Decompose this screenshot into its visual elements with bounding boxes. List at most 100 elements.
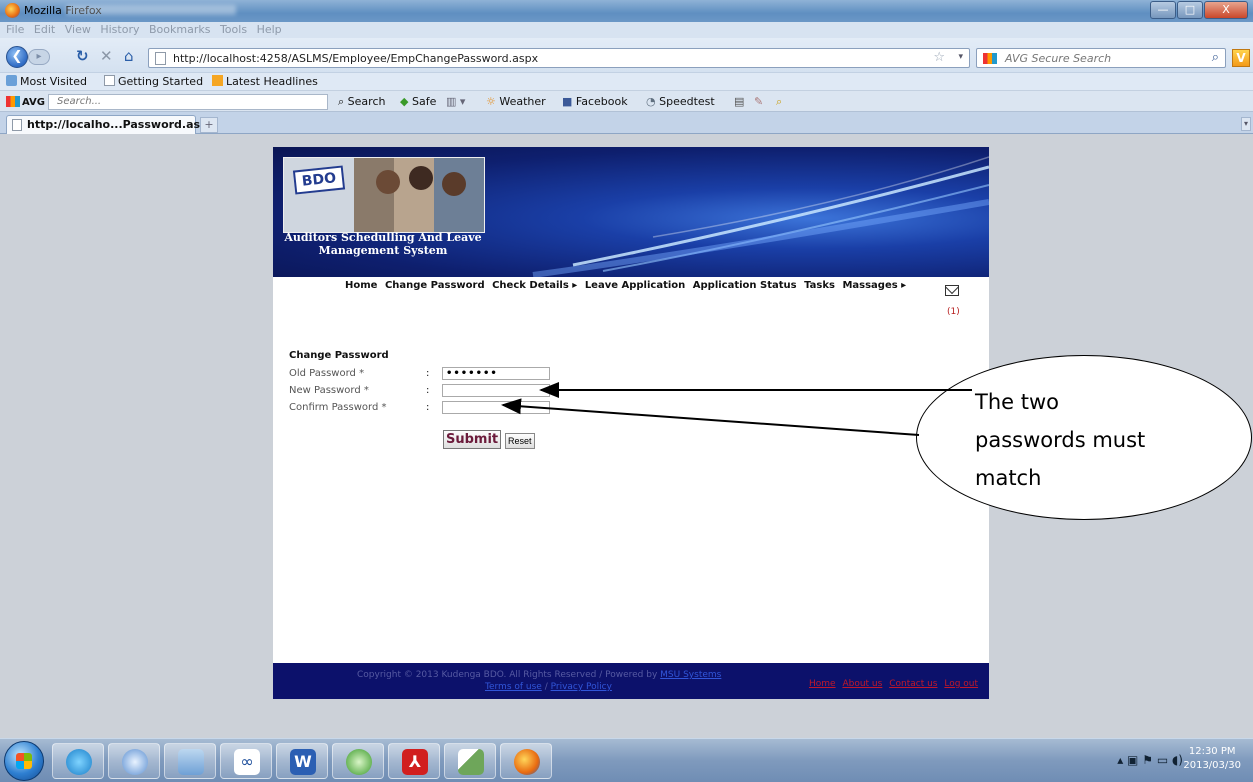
avg-icon <box>6 96 20 107</box>
volume-icon[interactable]: ◖) <box>1172 753 1183 767</box>
system-clock[interactable]: 12:30 PM 2013/03/30 <box>1183 745 1241 773</box>
tab-active[interactable]: http://localho...Password.aspx <box>6 115 215 134</box>
site-title: Auditors Schedulling And Leave Managemen… <box>284 231 482 257</box>
terms-link[interactable]: Terms of use <box>485 682 542 692</box>
most-visited-icon <box>6 75 17 86</box>
menu-application-status[interactable]: Application Status <box>693 280 797 291</box>
acrobat-icon: ⅄ <box>402 749 428 775</box>
avg-facebook-button[interactable]: ■ Facebook <box>562 95 628 108</box>
avg-engine-icon[interactable] <box>983 53 997 64</box>
taskbar-app[interactable] <box>444 743 496 779</box>
footer-about-link[interactable]: About us <box>842 679 882 689</box>
toolbar-edit-icon[interactable]: ✎ <box>754 95 763 108</box>
avg-safe-button[interactable]: ◆ Safe <box>400 95 436 108</box>
taskbar-app[interactable] <box>52 743 104 779</box>
bdo-logo: BDO <box>292 165 346 195</box>
menu-bookmarks[interactable]: Bookmarks <box>149 23 210 36</box>
addon-v-icon[interactable]: V <box>1232 49 1250 67</box>
avg-search-button[interactable]: ⌕ Search <box>338 95 385 109</box>
tray-expand-icon[interactable]: ▴ <box>1117 753 1123 767</box>
taskbar-app[interactable] <box>332 743 384 779</box>
tab-list-icon[interactable]: ▾ <box>1241 117 1251 131</box>
menu-history[interactable]: History <box>100 23 139 36</box>
reset-button[interactable]: Reset <box>505 433 535 449</box>
bookmark-most-visited[interactable]: Most Visited <box>6 75 87 88</box>
confirm-password-input[interactable] <box>442 401 550 414</box>
toolbar-search-icon[interactable]: ⌕ <box>776 95 782 109</box>
person-figure <box>442 172 466 196</box>
site-menu: Home Change Password Check Details ▸ Lea… <box>273 277 989 297</box>
facebook-icon: ■ <box>562 95 576 108</box>
menu-file[interactable]: File <box>6 23 24 36</box>
menu-change-password[interactable]: Change Password <box>385 280 485 291</box>
menu-leave-application[interactable]: Leave Application <box>585 280 685 291</box>
library-icon <box>178 749 204 775</box>
maximize-button[interactable]: □ <box>1177 1 1203 19</box>
search-placeholder[interactable]: AVG Secure Search <box>1005 52 1111 65</box>
submit-button[interactable]: Submit <box>443 430 502 449</box>
new-tab-button[interactable]: + <box>200 117 218 133</box>
close-button[interactable]: X <box>1204 1 1248 19</box>
mail-count[interactable]: (1) <box>947 307 960 317</box>
trash-dropdown[interactable]: ▥ ▾ <box>446 95 465 108</box>
url-bar[interactable]: http://localhost:4258/ASLMS/Employee/Emp… <box>148 48 970 68</box>
confirm-password-row: Confirm Password * : <box>289 401 589 415</box>
taskbar-app[interactable] <box>164 743 216 779</box>
menu-tools[interactable]: Tools <box>220 23 247 36</box>
taskbar-app-firefox[interactable] <box>500 743 552 779</box>
reload-icon[interactable]: ↻ <box>76 47 89 65</box>
rss-icon <box>212 75 223 86</box>
taskbar-app[interactable] <box>108 743 160 779</box>
taskbar-app[interactable]: ⅄ <box>388 743 440 779</box>
bookmark-latest-headlines[interactable]: Latest Headlines <box>212 75 318 88</box>
bookmark-star-icon[interactable]: ☆ <box>933 50 945 65</box>
stop-icon[interactable]: ✕ <box>100 47 113 65</box>
banner-photo: BDO <box>283 157 485 233</box>
home-icon[interactable]: ⌂ <box>124 47 134 65</box>
flag-icon[interactable]: ⚑ <box>1142 753 1153 767</box>
page-icon <box>155 52 166 65</box>
avg-logo[interactable]: AVG <box>6 96 45 108</box>
toolbar-extra-icon[interactable]: ▤ <box>734 95 744 108</box>
bookmark-getting-started[interactable]: Getting Started <box>104 75 203 88</box>
network-icon[interactable]: ▣ <box>1127 753 1138 767</box>
avg-search-input[interactable]: Search... <box>48 94 328 110</box>
footer-links: Home About us Contact us Log out <box>809 679 982 689</box>
menu-tasks[interactable]: Tasks <box>804 280 835 291</box>
menu-check-details[interactable]: Check Details ▸ <box>492 280 577 291</box>
footer-home-link[interactable]: Home <box>809 679 836 689</box>
old-password-input[interactable]: ••••••• <box>442 367 550 380</box>
taskbar-app[interactable]: W <box>276 743 328 779</box>
form-title: Change Password <box>289 350 389 361</box>
minimize-button[interactable]: — <box>1150 1 1176 19</box>
menu-massages[interactable]: Massages ▸ <box>842 280 906 291</box>
search-icon[interactable]: ⌕ <box>1212 50 1219 65</box>
site-footer: Copyright © 2013 Kudenga BDO. All Rights… <box>273 663 989 699</box>
blurred-title-suffix <box>66 5 236 15</box>
old-password-label: Old Password * <box>289 368 365 379</box>
forward-button[interactable]: ▸ <box>28 49 50 65</box>
mail-icon[interactable] <box>945 285 959 296</box>
confirm-password-label: Confirm Password * <box>289 402 387 413</box>
back-button[interactable]: ❮ <box>6 46 28 68</box>
new-password-input[interactable] <box>442 384 550 397</box>
new-password-row: New Password * : <box>289 384 589 398</box>
menu-view[interactable]: View <box>65 23 91 36</box>
footer-logout-link[interactable]: Log out <box>944 679 978 689</box>
start-button[interactable] <box>4 741 44 781</box>
url-text[interactable]: http://localhost:4258/ASLMS/Employee/Emp… <box>173 52 538 65</box>
taskbar-app[interactable]: ∞ <box>220 743 272 779</box>
footer-contact-link[interactable]: Contact us <box>889 679 937 689</box>
power-icon[interactable]: ▭ <box>1157 753 1168 767</box>
menu-home[interactable]: Home <box>345 280 377 291</box>
menu-edit[interactable]: Edit <box>34 23 55 36</box>
taskbar: ∞ W ⅄ ▴ ▣ ⚑ ▭ ◖) 12:30 PM 2013/03/30 <box>0 738 1253 782</box>
avg-weather-button[interactable]: ☼ Weather <box>486 95 546 108</box>
refresh-app-icon <box>346 749 372 775</box>
msu-systems-link[interactable]: MSU Systems <box>660 670 721 680</box>
privacy-link[interactable]: Privacy Policy <box>551 682 612 692</box>
url-dropdown-icon[interactable]: ▾ <box>958 52 963 62</box>
search-bar[interactable]: AVG Secure Search ⌕ <box>976 48 1226 68</box>
menu-help[interactable]: Help <box>257 23 282 36</box>
avg-speedtest-button[interactable]: ◔ Speedtest <box>646 95 715 108</box>
